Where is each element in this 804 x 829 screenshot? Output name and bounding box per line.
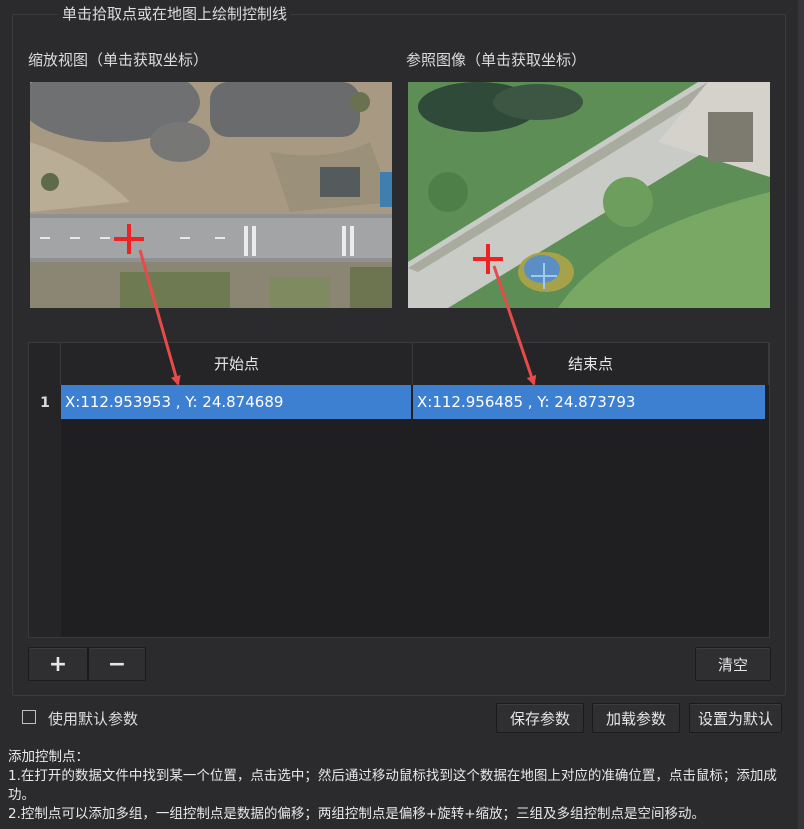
help-line-2: 2.控制点可以添加多组，一组控制点是数据的偏移；两组控制点是偏移+旋转+缩放；三… — [8, 806, 706, 822]
use-default-label[interactable]: 使用默认参数 — [48, 708, 138, 729]
help-line-1: 1.在打开的数据文件中找到某一个位置，点击选中；然后通过移动鼠标找到这个数据在地… — [8, 768, 777, 803]
remove-point-button[interactable]: − — [88, 647, 146, 681]
annotation-arrows — [138, 249, 537, 386]
add-point-button[interactable]: + — [28, 647, 88, 681]
help-title: 添加控制点： — [8, 749, 89, 765]
clear-button[interactable]: 清空 — [695, 647, 771, 681]
set-default-button[interactable]: 设置为默认 — [689, 703, 782, 733]
load-params-button[interactable]: 加载参数 — [592, 703, 680, 733]
use-default-checkbox[interactable] — [22, 710, 36, 724]
arrow-to-start-cell — [138, 249, 181, 386]
save-params-button[interactable]: 保存参数 — [496, 703, 584, 733]
arrow-to-end-cell — [492, 265, 537, 386]
